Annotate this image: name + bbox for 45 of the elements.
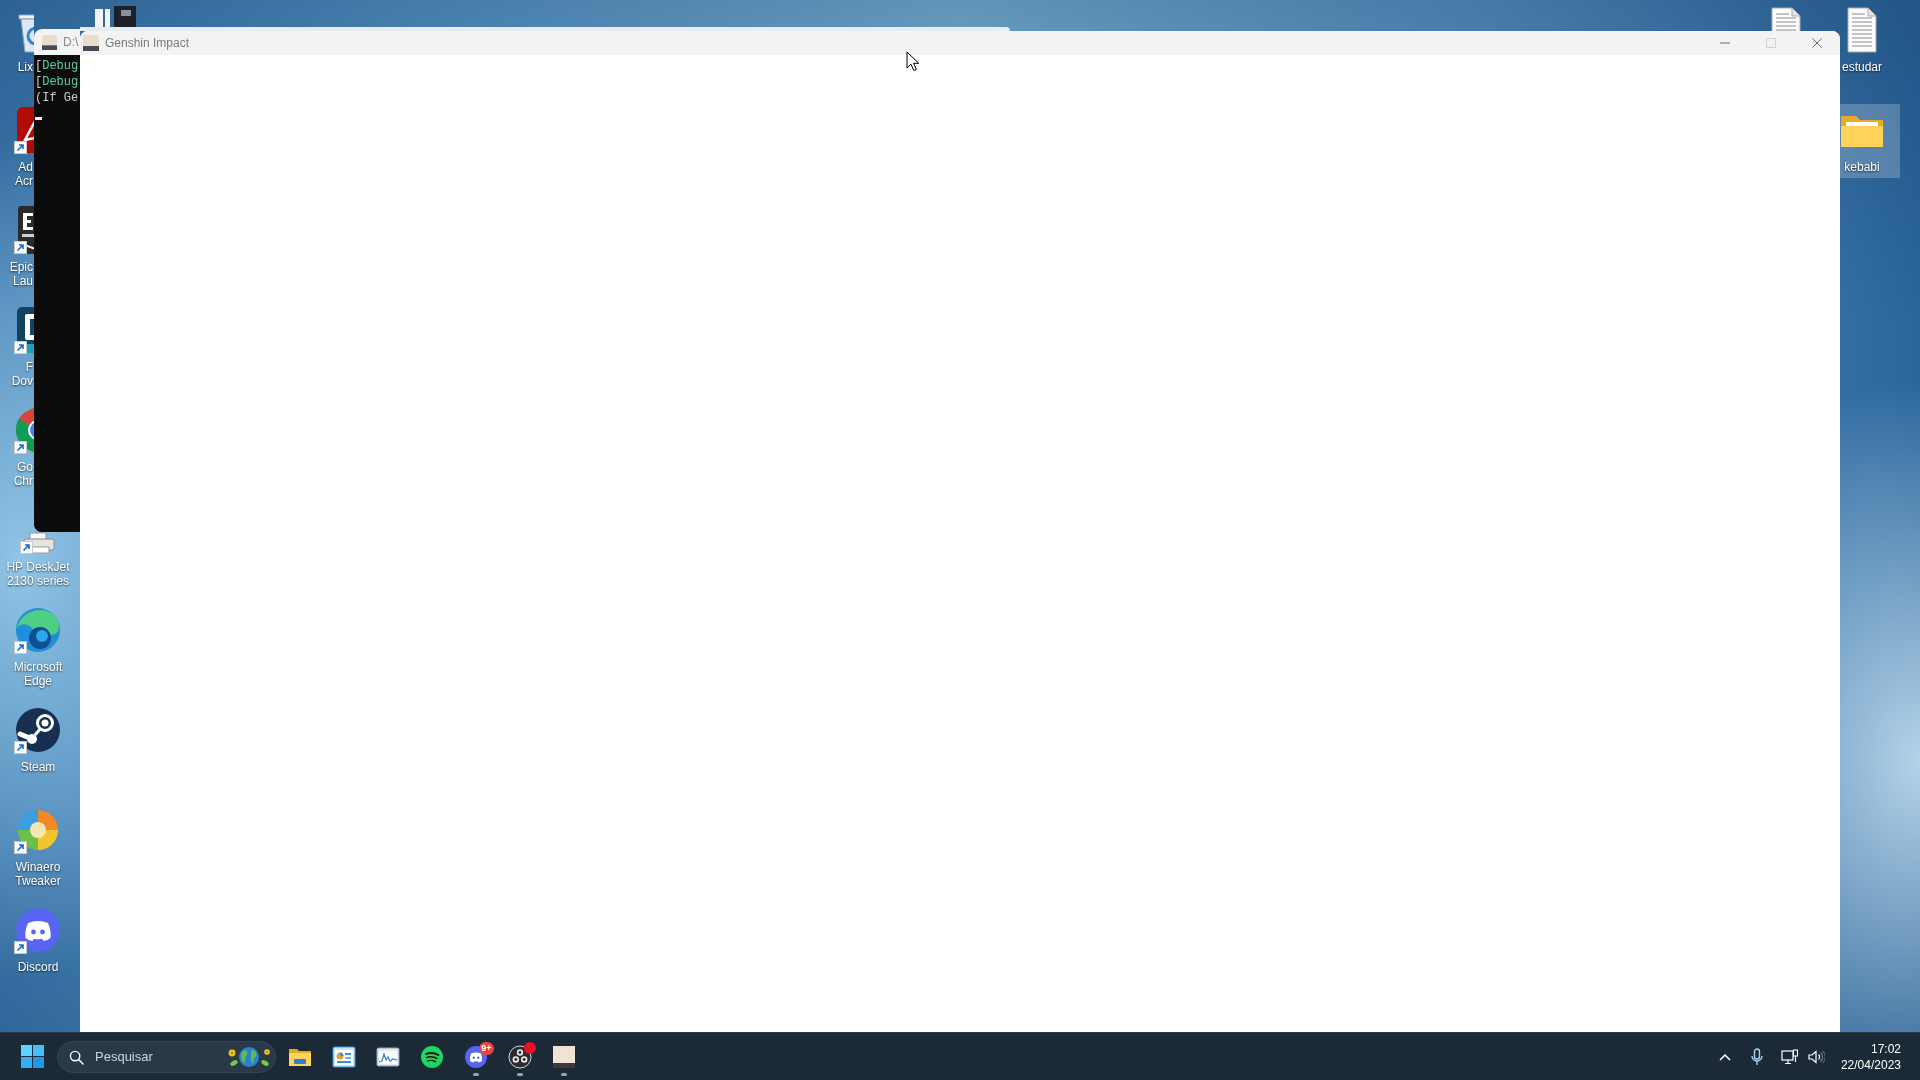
printer-icon <box>20 532 56 554</box>
desktop-shortcut[interactable] <box>1768 6 1804 31</box>
app-icon <box>552 1044 576 1069</box>
app-icon <box>14 706 62 754</box>
clock-date[interactable]: 22/04/2023 <box>1840 1056 1901 1073</box>
desktop-shortcut[interactable]: Winaero Tweaker <box>14 806 62 892</box>
music-app-icon <box>420 1044 444 1069</box>
network-icon[interactable] <box>1780 1048 1799 1065</box>
maximize-icon <box>1766 38 1776 48</box>
terminal-line: [Debug <box>35 75 79 89</box>
window-title: Genshin Impact <box>105 36 190 50</box>
close-icon <box>1812 38 1822 48</box>
terminal-line: (If Ge <box>35 91 79 105</box>
microphone-icon[interactable] <box>1750 1047 1763 1066</box>
windows-logo-icon <box>20 1045 44 1068</box>
running-indicator <box>473 1072 479 1076</box>
browser-icon <box>14 606 62 654</box>
text-cursor-icon <box>35 117 42 120</box>
graph-window-icon <box>376 1044 400 1069</box>
app-icon <box>14 106 34 154</box>
window-icon <box>42 34 57 50</box>
window-icon <box>83 35 99 51</box>
desktop-shortcut[interactable]: Discord <box>14 906 62 978</box>
taskbar-button[interactable]: 9+ <box>456 1036 496 1077</box>
app-icon <box>14 206 34 254</box>
document-icon <box>1844 6 1880 54</box>
desktop-shortcut[interactable]: estudar <box>1840 4 1900 78</box>
chart-window-icon <box>332 1044 356 1069</box>
terminal-line: [Debug <box>35 59 79 73</box>
running-indicator <box>561 1072 567 1076</box>
running-indicator <box>517 1072 523 1076</box>
clock-time[interactable]: 17:02 <box>1870 1040 1901 1057</box>
minimize-icon <box>1720 42 1730 44</box>
chevron-up-icon[interactable] <box>1718 1052 1731 1061</box>
search-field[interactable]: Pesquisar <box>57 1040 276 1073</box>
search-icon <box>69 1049 84 1065</box>
window-title: D:\ <box>63 35 79 49</box>
notification-badge: 9+ <box>479 1041 494 1055</box>
desktop-shortcut[interactable]: Microsoft Edge <box>13 606 63 692</box>
desktop-shortcut[interactable]: kebabi <box>1840 104 1900 178</box>
desktop-shortcut[interactable]: Steam <box>14 706 62 778</box>
chat-app-icon <box>14 906 62 954</box>
speaker-icon[interactable] <box>1806 1048 1825 1065</box>
app-icon <box>14 306 34 354</box>
desktop-shortcut[interactable]: HP DeskJet 2130 series <box>6 532 70 592</box>
